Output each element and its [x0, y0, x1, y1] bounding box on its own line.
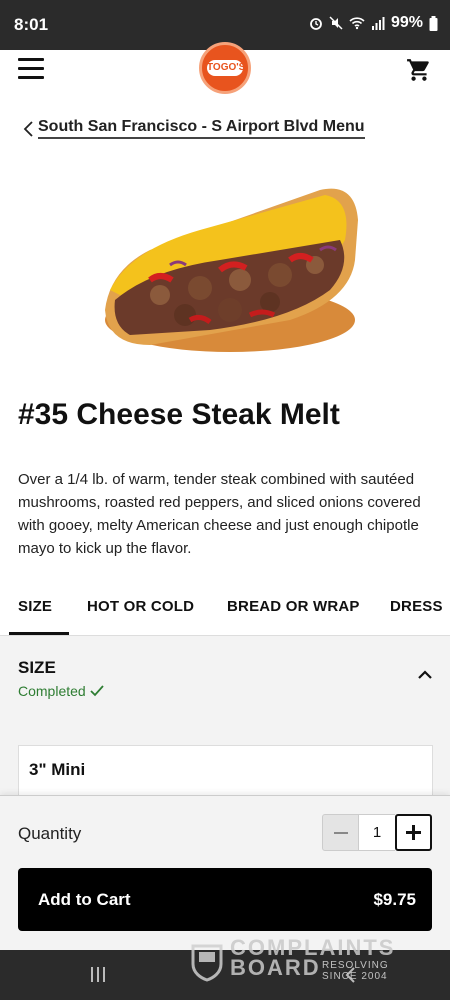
quantity-stepper: 1 [322, 814, 432, 851]
status-icons: 99% [309, 14, 438, 32]
back-to-menu-link[interactable]: South San Francisco - S Airport Blvd Men… [22, 118, 365, 139]
add-to-cart-label: Add to Cart [38, 890, 131, 909]
section-status: Completed [18, 683, 104, 699]
signal-icon [371, 17, 385, 30]
increment-button[interactable] [395, 814, 432, 851]
recent-apps-icon[interactable] [91, 967, 105, 982]
quantity-value[interactable]: 1 [359, 814, 395, 851]
shopping-cart-icon[interactable] [406, 57, 432, 83]
chevron-left-icon [23, 120, 33, 137]
completed-label: Completed [18, 683, 86, 699]
tab-size[interactable]: SIZE [18, 598, 52, 615]
watermark-line2: BOARD [230, 955, 321, 980]
add-to-cart-button[interactable]: Add to Cart $9.75 [18, 868, 432, 931]
battery-percentage: 99% [390, 14, 423, 31]
option-label: 3" Mini [29, 760, 86, 779]
hamburger-menu-icon[interactable] [18, 58, 44, 80]
status-time: 8:01 [14, 15, 49, 34]
tab-hot-or-cold[interactable]: HOT OR COLD [87, 598, 194, 615]
product-image [105, 188, 358, 352]
tab-dress[interactable]: DRESS [390, 598, 443, 615]
section-title: SIZE [18, 658, 56, 677]
product-description: Over a 1/4 lb. of warm, tender steak com… [18, 471, 421, 557]
logo-text: TOGO'S [207, 60, 245, 76]
customization-tabs: SIZE HOT OR COLD BREAD OR WRAP DRESS [0, 590, 450, 636]
togos-logo[interactable]: TOGO'S [199, 42, 251, 94]
size-option-3-mini[interactable]: 3" Mini [18, 745, 433, 797]
product-title: #35 Cheese Steak Melt [18, 398, 340, 431]
battery-icon [429, 15, 438, 31]
wifi-icon [349, 17, 365, 30]
tab-bread-or-wrap[interactable]: BREAD OR WRAP [227, 598, 360, 615]
mute-icon [329, 16, 343, 30]
quantity-label: Quantity [18, 824, 82, 843]
checkmark-icon [90, 685, 104, 697]
add-to-cart-price: $9.75 [373, 890, 416, 909]
alarm-icon [310, 18, 322, 30]
shield-logo-icon [191, 944, 223, 982]
chevron-up-icon[interactable] [418, 670, 432, 680]
active-tab-indicator [9, 632, 69, 635]
watermark-tagline: RESOLVING SINCE 2004 [322, 960, 389, 982]
complaintsboard-watermark: COMPLAINTS BOARD RESOLVING SINCE 2004 [188, 936, 408, 986]
back-link-label: South San Francisco - S Airport Blvd Men… [38, 118, 365, 139]
order-panel: Quantity 1 Add to Cart $9.75 [0, 795, 450, 950]
decrement-button[interactable] [322, 814, 359, 851]
size-section-header[interactable]: SIZE Completed [0, 636, 450, 718]
size-options: 3" Mini [0, 718, 450, 797]
